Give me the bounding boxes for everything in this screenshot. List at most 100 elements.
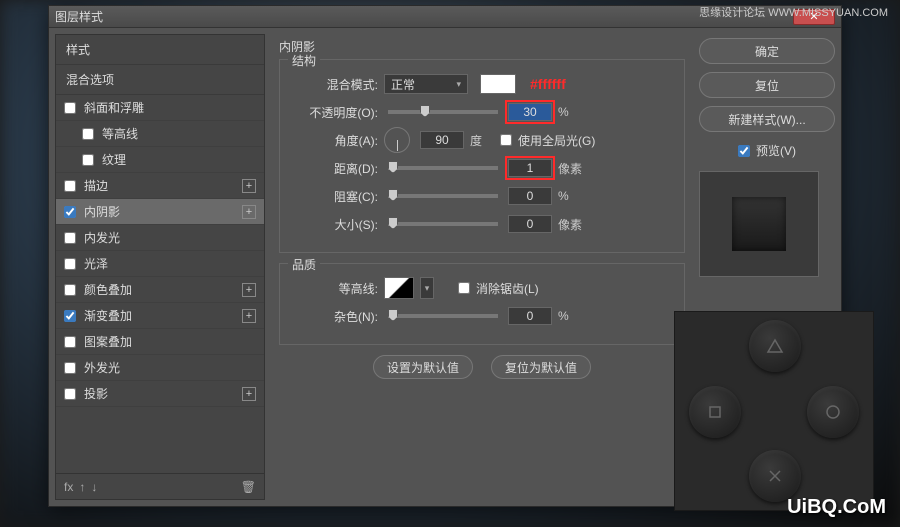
ok-button[interactable]: 确定 (699, 38, 835, 64)
size-unit: 像素 (558, 216, 582, 233)
style-checkbox[interactable] (64, 102, 76, 114)
sidebar-footer: fx ↑ ↓ 🗑 (56, 473, 264, 499)
angle-dial[interactable] (384, 127, 410, 153)
style-checkbox[interactable] (64, 284, 76, 296)
reset-default-button[interactable]: 复位为默认值 (491, 355, 591, 379)
angle-input[interactable]: 90 (420, 131, 464, 149)
global-light-label: 使用全局光(G) (518, 132, 595, 149)
make-default-button[interactable]: 设置为默认值 (373, 355, 473, 379)
sidebar-head-blend[interactable]: 混合选项 (56, 65, 264, 95)
size-label: 大小(S): (292, 216, 378, 233)
new-style-button[interactable]: 新建样式(W)... (699, 106, 835, 132)
style-item-9[interactable]: 图案叠加 (56, 329, 264, 355)
style-label: 光泽 (84, 255, 256, 272)
add-effect-icon[interactable]: + (242, 387, 256, 401)
style-item-6[interactable]: 光泽 (56, 251, 264, 277)
watermark-top: 思缘设计论坛 WWW.MISSYUAN.COM (699, 4, 888, 20)
style-label: 图案叠加 (84, 333, 256, 350)
add-effect-icon[interactable]: + (242, 179, 256, 193)
sidebar-head-styles[interactable]: 样式 (56, 35, 264, 65)
contour-dropdown[interactable]: ▾ (420, 277, 434, 299)
opacity-input[interactable]: 30 (508, 103, 552, 121)
style-item-10[interactable]: 外发光 (56, 355, 264, 381)
settings-panel: 内阴影 结构 混合模式: 正常 ▾ #ffffff 不透明度(O): 30 (271, 34, 693, 500)
style-item-7[interactable]: 颜色叠加+ (56, 277, 264, 303)
dpad-square-button[interactable] (689, 386, 741, 438)
color-swatch[interactable] (480, 74, 516, 94)
noise-unit: % (558, 309, 582, 323)
opacity-label: 不透明度(O): (292, 104, 378, 121)
section-title: 内阴影 (279, 38, 685, 55)
dpad-triangle-button[interactable] (749, 320, 801, 372)
watermark-bottom: UiBQ.CoM (787, 496, 886, 519)
style-label: 内阴影 (84, 203, 242, 220)
distance-slider[interactable] (388, 166, 498, 170)
opacity-unit: % (558, 105, 582, 119)
style-checkbox[interactable] (64, 180, 76, 192)
style-item-4[interactable]: 内阴影+ (56, 199, 264, 225)
style-label: 斜面和浮雕 (84, 99, 256, 116)
distance-unit: 像素 (558, 160, 582, 177)
style-item-11[interactable]: 投影+ (56, 381, 264, 407)
noise-input[interactable]: 0 (508, 307, 552, 325)
add-effect-icon[interactable]: + (242, 283, 256, 297)
add-effect-icon[interactable]: + (242, 205, 256, 219)
style-item-8[interactable]: 渐变叠加+ (56, 303, 264, 329)
style-label: 渐变叠加 (84, 307, 242, 324)
style-label: 内发光 (84, 229, 256, 246)
global-light-checkbox[interactable] (500, 134, 512, 146)
preview-box (699, 171, 819, 277)
style-checkbox[interactable] (64, 362, 76, 374)
quality-fieldset: 品质 等高线: ▾ 消除锯齿(L) 杂色(N): 0 % (279, 263, 685, 345)
cancel-button[interactable]: 复位 (699, 72, 835, 98)
style-label: 外发光 (84, 359, 256, 376)
style-item-5[interactable]: 内发光 (56, 225, 264, 251)
trash-icon[interactable]: 🗑 (241, 480, 256, 494)
arrow-down-icon[interactable]: ↓ (91, 480, 97, 494)
choke-slider[interactable] (388, 194, 498, 198)
style-checkbox[interactable] (82, 154, 94, 166)
distance-input[interactable]: 1 (508, 159, 552, 177)
style-checkbox[interactable] (82, 128, 94, 140)
antialias-checkbox[interactable] (458, 282, 470, 294)
style-item-1[interactable]: 等高线 (56, 121, 264, 147)
add-effect-icon[interactable]: + (242, 309, 256, 323)
hex-annotation: #ffffff (530, 76, 566, 92)
style-label: 纹理 (102, 151, 256, 168)
size-input[interactable]: 0 (508, 215, 552, 233)
style-item-2[interactable]: 纹理 (56, 147, 264, 173)
opacity-slider[interactable] (388, 110, 498, 114)
size-slider[interactable] (388, 222, 498, 226)
angle-label: 角度(A): (292, 132, 378, 149)
preview-thumbnail (732, 197, 786, 251)
style-label: 投影 (84, 385, 242, 402)
style-checkbox[interactable] (64, 310, 76, 322)
style-label: 颜色叠加 (84, 281, 242, 298)
chevron-down-icon: ▾ (456, 79, 461, 90)
angle-unit: 度 (470, 132, 494, 149)
structure-fieldset: 结构 混合模式: 正常 ▾ #ffffff 不透明度(O): 30 % (279, 59, 685, 253)
style-checkbox[interactable] (64, 206, 76, 218)
fx-icon[interactable]: fx (64, 480, 73, 494)
blend-mode-select[interactable]: 正常 ▾ (384, 74, 468, 94)
quality-legend: 品质 (288, 256, 320, 273)
dpad-cross-button[interactable] (749, 450, 801, 502)
choke-label: 阻塞(C): (292, 188, 378, 205)
choke-input[interactable]: 0 (508, 187, 552, 205)
style-label: 描边 (84, 177, 242, 194)
dpad-circle-button[interactable] (807, 386, 859, 438)
noise-slider[interactable] (388, 314, 498, 318)
arrow-up-icon[interactable]: ↑ (79, 480, 85, 494)
preview-checkbox[interactable] (738, 145, 750, 157)
style-checkbox[interactable] (64, 336, 76, 348)
choke-unit: % (558, 189, 582, 203)
style-checkbox[interactable] (64, 388, 76, 400)
style-item-0[interactable]: 斜面和浮雕 (56, 95, 264, 121)
antialias-label: 消除锯齿(L) (476, 280, 539, 297)
preview-label: 预览(V) (756, 142, 796, 159)
blend-mode-value: 正常 (391, 76, 415, 93)
style-checkbox[interactable] (64, 232, 76, 244)
style-checkbox[interactable] (64, 258, 76, 270)
style-item-3[interactable]: 描边+ (56, 173, 264, 199)
contour-swatch[interactable] (384, 277, 414, 299)
